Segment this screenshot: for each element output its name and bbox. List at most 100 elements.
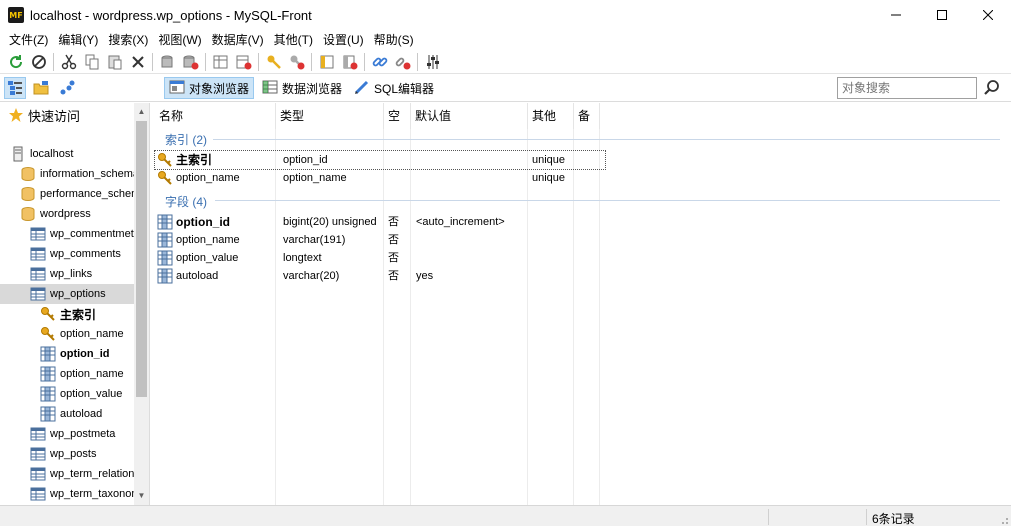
cell-name: option_value	[176, 252, 239, 264]
table-create-icon[interactable]	[209, 51, 232, 73]
col-header-comment[interactable]: 备	[574, 103, 600, 129]
index-group-label[interactable]: 索引 (2)	[165, 131, 207, 148]
cell-name: 主索引	[176, 153, 213, 167]
toolbar-separator	[53, 52, 54, 71]
menu-edit[interactable]: 编辑(Y)	[53, 30, 103, 50]
cell-type: option_id	[283, 154, 328, 166]
sliders-icon[interactable]	[421, 51, 444, 73]
key-add-icon[interactable]	[262, 51, 285, 73]
quick-access[interactable]: 快速访问	[8, 105, 143, 125]
tree-item-wp-links[interactable]: wp_links	[30, 264, 149, 284]
tree-item-wp-postmeta[interactable]: wp_postmeta	[30, 424, 149, 444]
menu-search[interactable]: 搜索(X)	[103, 30, 153, 50]
field-row-option-value[interactable]: option_value longtext 否	[155, 249, 605, 267]
tree-item-information-schema[interactable]: information_schema	[20, 164, 149, 184]
tree-item-wp-term-relationships[interactable]: wp_term_relationships	[30, 464, 149, 484]
folder-view-icon[interactable]	[30, 77, 52, 99]
tree-item-localhost[interactable]: localhost	[10, 144, 145, 164]
tree-item-performance-schema[interactable]: performance_schema	[20, 184, 149, 204]
table-icon	[30, 426, 46, 442]
field-add-icon[interactable]	[315, 51, 338, 73]
table-icon	[30, 286, 46, 302]
tab-sql-editor-label: SQL编辑器	[374, 81, 435, 96]
main-toolbar	[0, 50, 1011, 74]
table-delete-icon[interactable]	[232, 51, 255, 73]
table-icon	[30, 266, 46, 282]
title-bar: MF localhost - wordpress.wp_options - My…	[0, 0, 1011, 30]
process-view-icon[interactable]	[56, 77, 78, 99]
tab-object-browser[interactable]: 对象浏览器	[164, 77, 255, 99]
tree-item-label: wp_options	[50, 288, 106, 300]
link-delete-icon[interactable]	[391, 51, 414, 73]
cell-null: 否	[388, 252, 399, 264]
field-icon	[157, 250, 173, 266]
data-browser-icon	[262, 79, 278, 98]
col-header-other[interactable]: 其他	[528, 103, 574, 129]
tree-item-wp-term-taxonomy[interactable]: wp_term_taxonomy	[30, 484, 149, 504]
tree-scrollbar-thumb[interactable]	[136, 121, 147, 397]
menu-file[interactable]: 文件(Z)	[4, 30, 53, 50]
db-create-icon[interactable]	[156, 51, 179, 73]
refresh-icon[interactable]	[4, 51, 27, 73]
menu-database[interactable]: 数据库(V)	[207, 30, 269, 50]
cell-null: 否	[388, 216, 399, 228]
menu-help[interactable]: 帮助(S)	[369, 30, 419, 50]
col-header-name[interactable]: 名称	[155, 103, 276, 129]
field-icon	[157, 232, 173, 248]
field-row-option-name[interactable]: option_name varchar(191) 否	[155, 231, 605, 249]
resize-grip-icon[interactable]	[999, 514, 1009, 524]
tab-data-browser-label: 数据浏览器	[282, 81, 343, 96]
tree-item-wordpress[interactable]: wordpress	[20, 204, 149, 224]
tree-item-wp-comments[interactable]: wp_comments	[30, 244, 149, 264]
menu-other[interactable]: 其他(T)	[269, 30, 318, 50]
copy-icon[interactable]	[80, 51, 103, 73]
tree-item-wp-commentmeta[interactable]: wp_commentmeta	[30, 224, 149, 244]
tree-item-label: 主索引	[60, 307, 97, 322]
search-icon[interactable]	[982, 78, 1002, 98]
status-bar: 6条记录	[0, 505, 1011, 526]
col-header-null[interactable]: 空	[384, 103, 411, 129]
col-header-default[interactable]: 默认值	[411, 103, 528, 129]
scroll-up-icon[interactable]: ▲	[134, 103, 149, 119]
cut-icon[interactable]	[57, 51, 80, 73]
tab-sql-editor[interactable]: SQL编辑器	[350, 77, 438, 99]
delete-icon[interactable]	[126, 51, 149, 73]
col-header-type[interactable]: 类型	[276, 103, 384, 129]
link-add-icon[interactable]	[368, 51, 391, 73]
cell-null: 否	[388, 234, 399, 246]
object-search-input[interactable]	[837, 77, 977, 99]
field-row-autoload[interactable]: autoload varchar(20) 否 yes	[155, 267, 605, 285]
close-icon[interactable]	[965, 0, 1011, 30]
cell-null: 否	[388, 270, 399, 282]
paste-icon[interactable]	[103, 51, 126, 73]
quick-access-label: 快速访问	[28, 108, 81, 124]
tree-item-label: wp_posts	[50, 448, 97, 460]
table-icon	[30, 446, 46, 462]
key-delete-icon[interactable]	[285, 51, 308, 73]
tree-item-label: wp_comments	[50, 248, 121, 260]
field-group-label[interactable]: 字段 (4)	[165, 193, 207, 210]
field-delete-icon[interactable]	[338, 51, 361, 73]
menu-settings[interactable]: 设置(U)	[318, 30, 369, 50]
tab-object-browser-label: 对象浏览器	[189, 81, 250, 96]
tree-view-icon[interactable]	[4, 77, 26, 99]
tree-scrollbar[interactable]: ▲ ▼	[134, 103, 149, 505]
record-count: 6条记录	[872, 512, 915, 526]
menu-view[interactable]: 视图(W)	[153, 30, 206, 50]
tab-data-browser[interactable]: 数据浏览器	[258, 77, 346, 99]
tree-item-wp-posts[interactable]: wp_posts	[30, 444, 149, 464]
tree-item-wp-options[interactable]: wp_options	[0, 284, 135, 304]
db-delete-icon[interactable]	[179, 51, 202, 73]
tree-item-label: autoload	[60, 408, 103, 420]
stop-icon[interactable]	[27, 51, 50, 73]
maximize-icon[interactable]	[919, 0, 965, 30]
table-icon	[30, 246, 46, 262]
scroll-down-icon[interactable]: ▼	[134, 487, 149, 503]
key-icon	[40, 306, 56, 322]
field-row-option-id[interactable]: option_id bigint(20) unsigned 否 <auto_in…	[155, 213, 605, 231]
minimize-icon[interactable]	[873, 0, 919, 30]
index-row-primary[interactable]: 主索引 option_id unique	[154, 150, 606, 170]
window-controls	[873, 0, 1011, 30]
app-logo-icon: MF	[8, 7, 24, 23]
index-row-option-name[interactable]: option_name option_name unique	[155, 169, 605, 187]
